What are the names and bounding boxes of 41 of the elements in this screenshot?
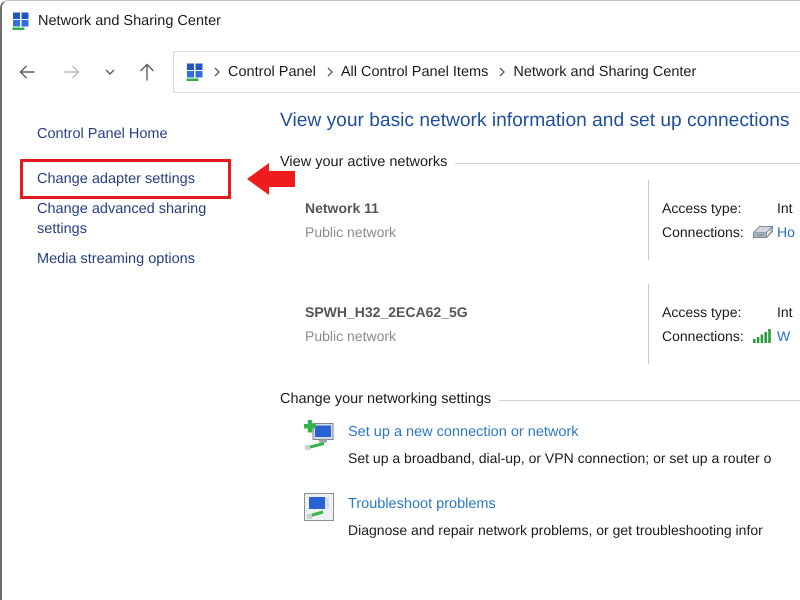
monitor-plus-icon[interactable]: [304, 420, 334, 450]
back-arrow-icon: [19, 65, 35, 79]
task-description: Set up a broadband, dial-up, or VPN connection; or set up a router o: [348, 449, 772, 468]
network-icon: [186, 63, 204, 81]
network-category: Public network: [305, 327, 398, 346]
chevron-icon[interactable]: [326, 67, 333, 77]
sidebar-link[interactable]: Media streaming options: [37, 249, 220, 269]
section-heading: Change your networking settings: [280, 390, 492, 408]
address-bar[interactable]: Control Panel All Control Panel Items Network and Sharing Center: [173, 51, 800, 93]
access-type-value: Int: [777, 199, 794, 218]
field-label: Connections:: [662, 327, 745, 346]
signal-bars-icon: [753, 329, 771, 343]
monitor-cable-icon[interactable]: [304, 493, 334, 521]
field-label: Connections:: [662, 223, 745, 242]
access-type-value: Int: [777, 303, 793, 322]
network-name: Network 11: [305, 199, 380, 218]
task-link[interactable]: Troubleshoot problems: [348, 494, 496, 514]
sidebar-link[interactable]: Change advanced sharing settings: [37, 199, 220, 239]
window-title: Network and Sharing Center: [38, 13, 221, 29]
sidebar-link[interactable]: Change adapter settings: [37, 169, 220, 189]
connection-link[interactable]: W: [777, 326, 793, 346]
breadcrumb-item[interactable]: All Control Panel Items: [340, 64, 488, 80]
sidebar-link[interactable]: Control Panel Home: [37, 124, 168, 144]
network-icon: [12, 12, 30, 30]
cable-plug-icon: [753, 226, 773, 238]
chevron-icon[interactable]: [214, 67, 220, 77]
caret-down-icon: [105, 69, 115, 75]
chevron-icon[interactable]: [499, 67, 506, 77]
task-link[interactable]: Set up a new connection or network: [348, 422, 579, 442]
network-category: Public network: [305, 223, 398, 242]
field-label: Access type:: [662, 303, 742, 322]
up-arrow-icon: [139, 63, 155, 81]
connection-link[interactable]: Ho: [777, 222, 795, 242]
breadcrumb-item[interactable]: Control Panel: [228, 64, 316, 80]
network-name: SPWH_H32_2ECA62_5G: [305, 303, 469, 322]
page-heading: View your basic network information and set up connections: [280, 109, 790, 133]
breadcrumb-item[interactable]: Network and Sharing Center: [513, 64, 696, 80]
forward-arrow-icon: [64, 65, 80, 79]
task-description: Diagnose and repair network problems, or get troubleshooting infor: [348, 521, 764, 540]
section-heading: View your active networks: [280, 153, 448, 171]
field-label: Access type:: [662, 199, 742, 218]
